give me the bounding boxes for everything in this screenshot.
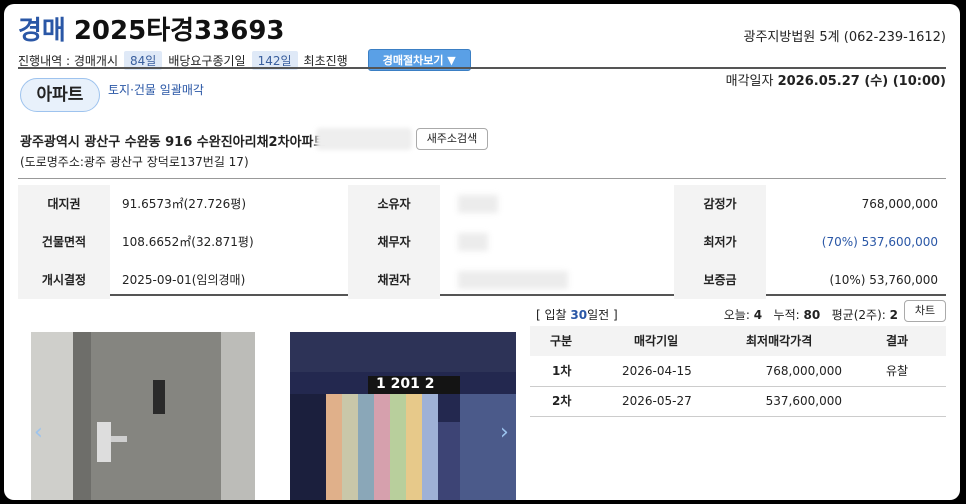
chart-button[interactable]: 차트 [904,300,946,322]
progress-label: 진행내역 : 경매개시 [18,53,118,68]
today-count: 4 [753,308,763,322]
view-counts: 오늘: 4 누적: 80 평균(2주): 2 [724,306,898,323]
history-price: 537,600,000 [765,394,842,408]
col-price: 최저매각가격 [746,334,813,348]
min-price-value: (70%) 537,600,000 [821,235,938,249]
debtor-label: 채무자 [348,223,440,261]
total-label: 누적: [773,308,800,322]
decision-value: 2025-09-01(임의경매) [122,273,246,287]
parking-photo-graphic [290,332,516,500]
door-photo-graphic [31,332,255,500]
col-result: 결과 [886,334,909,348]
sale-date-value: 2026.05.27 (수) (10:00) [777,74,946,89]
bid-stats: [ 입찰 30일전 ] 오늘: 4 누적: 80 평균(2주): 2 차트 [530,300,946,324]
deposit-label: 보증금 [674,261,766,299]
land-right-value: 91.6573㎡(27.726평) [122,197,247,211]
info-table: 대지권 91.6573㎡(27.726평) 소유자 감정가 768,000,00… [18,178,946,299]
info-row: 건물면적 108.6652㎡(32.871평) 채무자 최저가 (70%) 53… [18,223,946,261]
history-round: 2차 [552,394,572,408]
min-price-label: 최저가 [674,223,766,261]
history-date: 2026-04-15 [622,364,692,378]
building-area-value: 108.6652㎡(32.871평) [122,235,254,249]
history-result: 유찰 [886,364,909,378]
sale-date-label: 매각일자 [725,74,774,89]
sale-date: 매각일자 2026.05.27 (수) (10:00) [726,70,946,89]
prev-photo-icon[interactable]: ‹ [34,420,43,445]
header-divider [18,67,946,69]
countdown-days: 30 [570,308,588,322]
redacted-owner [458,195,498,213]
row-divider [530,416,946,417]
creditor-label: 채권자 [348,261,440,299]
countdown-suffix: 일전 ] [587,308,618,322]
deposit-value: (10%) 53,760,000 [829,273,938,287]
new-address-search-button[interactable]: 새주소검색 [416,128,488,150]
history-round: 1차 [552,364,572,378]
col-round: 구분 [550,334,573,348]
auction-kind: 경매 [18,16,66,46]
appraisal-value: 768,000,000 [861,197,938,211]
avg-label: 평균(2주): [831,308,886,322]
today-label: 오늘: [723,308,750,322]
history-row: 2차 2026-05-27 537,600,000 [530,386,946,416]
next-photo-icon[interactable]: › [500,420,509,445]
photo-sign-text: 1 201 2 [376,376,435,392]
land-right-label: 대지권 [18,185,110,223]
bid-countdown: [ 입찰 30일전 ] [536,306,618,323]
case-number: 2025타경33693 [73,16,285,46]
court-info: 광주지방법원 5계 (062-239-1612) [743,30,947,45]
history-date: 2026-05-27 [622,394,692,408]
info-row: 대지권 91.6573㎡(27.726평) 소유자 감정가 768,000,00… [18,185,946,223]
owner-label: 소유자 [348,185,440,223]
property-photo-door[interactable] [31,332,255,500]
first-progress-label: 최초진행 [303,53,348,68]
history-row: 1차 2026-04-15 768,000,000 유찰 [530,356,946,386]
appraisal-label: 감정가 [674,185,766,223]
decision-label: 개시결정 [18,261,110,299]
col-date: 매각기일 [634,334,679,348]
building-area-label: 건물면적 [18,223,110,261]
property-photo-parking[interactable]: 1 201 2 [290,332,516,500]
road-address: (도로명주소:광주 광산구 장덕로137번길 17) [20,155,249,169]
dividend-label: 배당요구종기일 [168,53,246,68]
avg-count: 2 [889,308,898,322]
case-header: 경매 2025타경33693 광주지방법원 5계 (062-239-1612) 진… [18,8,947,71]
property-address: 광주광역시 광산구 수완동 916 수완진아리채2차아파트 [20,135,326,150]
history-price: 768,000,000 [765,364,842,378]
total-count: 80 [803,308,821,322]
page-title: 경매 2025타경33693 [18,10,285,47]
bulk-sale-link[interactable]: 토지·건물 일괄매각 [108,81,204,98]
auction-panel: 경매 2025타경33693 광주지방법원 5계 (062-239-1612) 진… [4,4,960,500]
redacted-creditor [458,271,568,289]
property-type-badge: 아파트 [20,78,100,112]
info-row: 개시결정 2025-09-01(임의경매) 채권자 보증금 (10%) 53,7… [18,261,946,299]
redacted-debtor [458,233,488,251]
countdown-prefix: [ 입찰 [536,308,567,322]
redacted-unit [316,128,412,150]
history-header-row: 구분 매각기일 최저매각가격 결과 [530,326,946,356]
